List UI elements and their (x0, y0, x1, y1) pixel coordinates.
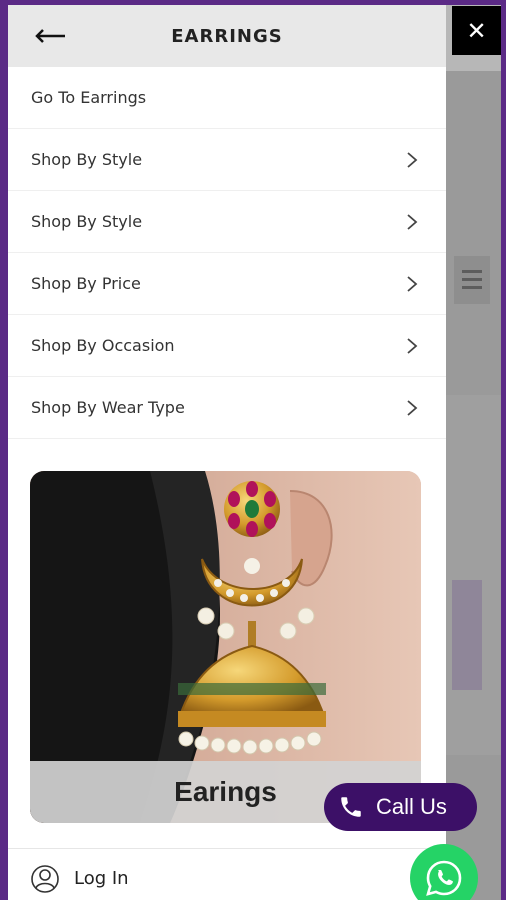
menu-item-label: Shop By Style (31, 150, 143, 169)
login-link[interactable]: Log In (8, 848, 446, 900)
earrings-promo-card[interactable]: Earings (30, 471, 421, 823)
menu-item-label: Shop By Style (31, 212, 143, 231)
background-card (446, 395, 501, 755)
menu-item-label: Go To Earrings (31, 88, 147, 107)
menu-item-label: Shop By Wear Type (31, 398, 185, 417)
background-page (446, 5, 501, 900)
chevron-right-icon (407, 151, 418, 168)
background-banner (452, 580, 482, 690)
close-icon: ✕ (466, 16, 487, 45)
menu-drawer: EARRINGS Go To Earrings Shop By Style Sh… (8, 5, 446, 900)
app-frame: ✕ EARRINGS Go To Earrings Shop By Style … (0, 0, 506, 900)
chevron-right-icon (407, 399, 418, 416)
login-label: Log In (74, 868, 129, 889)
menu-item-go-to-earrings[interactable]: Go To Earrings (8, 67, 446, 129)
drawer-header: EARRINGS (8, 5, 446, 67)
chevron-right-icon (407, 275, 418, 292)
menu-item-shop-by-occasion[interactable]: Shop By Occasion (8, 315, 446, 377)
phone-icon (341, 797, 361, 817)
whatsapp-icon (426, 860, 462, 896)
user-icon (31, 864, 59, 893)
close-button[interactable]: ✕ (452, 6, 501, 55)
drawer-title: EARRINGS (171, 25, 283, 47)
back-button[interactable] (32, 23, 68, 49)
menu-item-label: Shop By Occasion (31, 336, 175, 355)
menu-item-shop-by-wear-type[interactable]: Shop By Wear Type (8, 377, 446, 439)
menu-item-label: Shop By Price (31, 274, 141, 293)
call-us-button[interactable]: Call Us (324, 783, 477, 831)
menu-item-shop-by-price[interactable]: Shop By Price (8, 253, 446, 315)
chevron-right-icon (407, 337, 418, 354)
menu-item-shop-by-style-2[interactable]: Shop By Style (8, 191, 446, 253)
hamburger-icon (454, 256, 490, 304)
arrow-left-icon (35, 29, 65, 43)
call-us-label: Call Us (376, 794, 447, 819)
menu-item-shop-by-style[interactable]: Shop By Style (8, 129, 446, 191)
chevron-right-icon (407, 213, 418, 230)
